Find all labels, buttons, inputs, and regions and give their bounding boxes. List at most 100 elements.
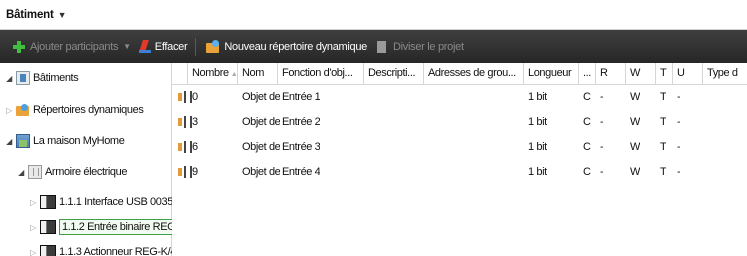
icon-column-header: [172, 63, 188, 85]
add-participants-button[interactable]: Ajouter participants ▼: [8, 36, 135, 58]
cell-fonction: Entrée 3: [282, 141, 321, 153]
tree-item-buildings[interactable]: ◢ Bâtiments: [4, 67, 79, 89]
cell-t: T: [660, 116, 667, 128]
column-header-description[interactable]: Descripti...: [364, 63, 424, 85]
expand-icon[interactable]: ◢: [4, 74, 14, 83]
cell-t: T: [660, 91, 667, 103]
tree-item-label: 1.1.3 Actionneur REG-K/4...: [59, 246, 184, 256]
cell-nom: Objet de: [242, 116, 281, 128]
cell-t: T: [660, 166, 667, 178]
cell-r: -: [600, 91, 604, 103]
tree-item-electrical-cabinet[interactable]: ◢ Armoire électrique: [16, 161, 127, 183]
tree-item-label: Armoire électrique: [45, 166, 128, 178]
collapse-icon[interactable]: ▷: [4, 106, 14, 115]
new-dynamic-folder-label: Nouveau répertoire dynamique: [224, 40, 367, 53]
cell-w: W: [630, 166, 640, 178]
cell-u: -: [677, 166, 681, 178]
column-header-u[interactable]: U: [673, 63, 703, 85]
table-row[interactable]: 3 Objet de Entrée 2 1 bit C - W T -: [172, 111, 747, 133]
column-header-label: Nombre: [192, 67, 229, 79]
cell-u: -: [677, 141, 681, 153]
tree-item-actuator[interactable]: ▷ 1.1.3 Actionneur REG-K/4...: [28, 241, 184, 256]
expand-icon[interactable]: ◢: [16, 168, 26, 177]
cell-nom: Objet de: [242, 141, 281, 153]
dynamic-folder-icon: [206, 39, 220, 54]
column-header-type[interactable]: Type d: [703, 63, 747, 85]
delete-label: Effacer: [154, 40, 188, 53]
cell-r: -: [600, 141, 604, 153]
group-objects-table: Nombre ▲ Nom Fonction d'obj... Descripti.…: [172, 63, 747, 256]
collapse-icon[interactable]: ▷: [28, 223, 38, 232]
window-title: Bâtiment: [6, 8, 54, 21]
cell-fonction: Entrée 4: [282, 166, 321, 178]
cell-nombre: 3: [192, 116, 198, 128]
cell-r: -: [600, 166, 604, 178]
cell-w: W: [630, 116, 640, 128]
split-project-label: Diviser le projet: [393, 40, 464, 53]
dynamic-folder-icon: [16, 103, 30, 117]
table-header: Nombre ▲ Nom Fonction d'obj... Descripti.…: [172, 63, 747, 85]
device-icon: [40, 220, 56, 234]
tree-item-label: Bâtiments: [33, 72, 79, 84]
device-icon: [40, 245, 56, 256]
column-header-r[interactable]: R: [596, 63, 626, 85]
new-dynamic-folder-button[interactable]: Nouveau répertoire dynamique: [202, 36, 371, 58]
cell-r: -: [600, 116, 604, 128]
column-header-fonction[interactable]: Fonction d'obj...: [278, 63, 364, 85]
cell-c: C: [583, 166, 591, 178]
column-header-t[interactable]: T: [656, 63, 673, 85]
cell-c: C: [583, 91, 591, 103]
tree-item-label: La maison MyHome: [33, 135, 125, 147]
cell-nombre: 6: [192, 141, 198, 153]
table-row[interactable]: 6 Objet de Entrée 3 1 bit C - W T -: [172, 136, 747, 158]
cell-c: C: [583, 141, 591, 153]
collapse-icon[interactable]: ▷: [28, 248, 38, 256]
cell-fonction: Entrée 1: [282, 91, 321, 103]
column-header-nombre[interactable]: Nombre ▲: [188, 63, 238, 85]
tree-item-dynamic-folders[interactable]: ▷ Répertoires dynamiques: [4, 99, 144, 121]
cell-longueur: 1 bit: [528, 116, 547, 128]
cell-w: W: [630, 141, 640, 153]
cell-nom: Objet de: [242, 166, 281, 178]
delete-button[interactable]: Effacer: [135, 36, 192, 58]
title-dropdown-icon[interactable]: ▼: [58, 10, 67, 20]
tree-item-my-home[interactable]: ◢ La maison MyHome: [4, 130, 125, 152]
split-project-button[interactable]: Diviser le projet: [371, 36, 468, 58]
cell-longueur: 1 bit: [528, 166, 547, 178]
house-icon: [16, 134, 30, 148]
cell-longueur: 1 bit: [528, 91, 547, 103]
building-tree: ◢ Bâtiments ▷ Répertoires dynamiques ◢ L…: [0, 63, 197, 256]
cell-w: W: [630, 91, 640, 103]
window-titlebar[interactable]: Bâtiment ▼: [0, 0, 747, 30]
cell-nombre: 9: [192, 166, 198, 178]
tree-item-label: 1.1.1 Interface USB 003547: [59, 196, 185, 208]
expand-icon[interactable]: ◢: [4, 137, 14, 146]
cell-c: C: [583, 116, 591, 128]
cell-fonction: Entrée 2: [282, 116, 321, 128]
cell-t: T: [660, 141, 667, 153]
column-header-w[interactable]: W: [626, 63, 656, 85]
cabinet-icon: [28, 165, 42, 179]
add-participants-label: Ajouter participants: [30, 40, 119, 53]
sort-ascending-icon: ▲: [230, 71, 238, 78]
device-icon: [40, 195, 56, 209]
toolbar: Ajouter participants ▼ Effacer Nouveau r…: [0, 30, 747, 63]
cell-longueur: 1 bit: [528, 141, 547, 153]
cell-u: -: [677, 116, 681, 128]
cell-nombre: 0: [192, 91, 198, 103]
split-project-icon: [375, 40, 389, 54]
add-participants-dropdown-icon[interactable]: ▼: [123, 42, 131, 51]
table-row[interactable]: 0 Objet de Entrée 1 1 bit C - W T -: [172, 86, 747, 108]
toolbar-separator: [195, 37, 197, 56]
column-header-group-addresses[interactable]: Adresses de grou...: [424, 63, 524, 85]
tree-item-label: Répertoires dynamiques: [33, 104, 144, 116]
plus-icon: [12, 40, 26, 54]
column-header-longueur[interactable]: Longueur: [524, 63, 579, 85]
tree-item-usb-interface[interactable]: ▷ 1.1.1 Interface USB 003547: [28, 191, 185, 213]
column-header-c[interactable]: ...: [579, 63, 596, 85]
cell-u: -: [677, 91, 681, 103]
table-row[interactable]: 9 Objet de Entrée 4 1 bit C - W T -: [172, 161, 747, 183]
cell-nom: Objet de: [242, 91, 281, 103]
collapse-icon[interactable]: ▷: [28, 198, 38, 207]
column-header-nom[interactable]: Nom: [238, 63, 278, 85]
